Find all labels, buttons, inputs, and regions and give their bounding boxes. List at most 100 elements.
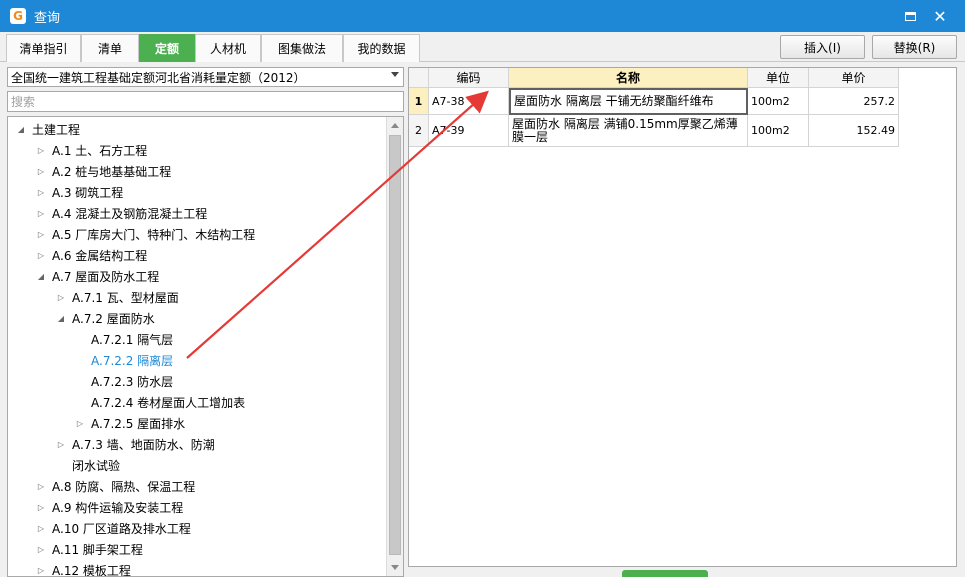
- scroll-up-icon[interactable]: [391, 123, 399, 128]
- tab-quota[interactable]: 定额: [139, 34, 195, 62]
- row-number[interactable]: 1: [409, 88, 429, 115]
- tab-my-data[interactable]: 我的数据: [343, 34, 420, 62]
- dropdown-value: 全国统一建筑工程基础定额河北省消耗量定额（2012）: [11, 70, 306, 85]
- tree-item-label: A.7.2 屋面防水: [72, 312, 155, 326]
- tree-item[interactable]: ◢ 土建工程: [16, 119, 80, 140]
- tree-item[interactable]: ▷ A.8 防腐、隔热、保温工程: [36, 476, 195, 497]
- tree-item[interactable]: ▷ A.4 混凝土及钢筋混凝土工程: [36, 203, 207, 224]
- tree-item[interactable]: A.7.2.4 卷材屋面人工增加表: [75, 392, 245, 413]
- tab-bill-guide[interactable]: 清单指引: [6, 34, 81, 62]
- tree-item-label: A.7.2.2 隔离层: [91, 354, 174, 368]
- tree-item[interactable]: ◢ A.7.2 屋面防水: [56, 308, 155, 329]
- tree-expand-icon[interactable]: ▷: [36, 482, 46, 491]
- tree-item-label: A.1 土、石方工程: [52, 144, 148, 158]
- window-edge: [960, 62, 965, 577]
- tab-bill[interactable]: 清单: [81, 34, 139, 62]
- tree-item-label: A.6 金属结构工程: [52, 249, 148, 263]
- tree-expand-icon[interactable]: ▷: [36, 566, 46, 575]
- tree-expand-icon[interactable]: ▷: [36, 251, 46, 260]
- cell-unit[interactable]: 100m2: [748, 88, 809, 115]
- tree-item-label: A.9 构件运输及安装工程: [52, 501, 184, 515]
- tree-item[interactable]: ◢ A.7 屋面及防水工程: [36, 266, 159, 287]
- app-logo-icon: G: [10, 8, 26, 24]
- tree-item-label: A.7.3 墙、地面防水、防潮: [72, 438, 215, 452]
- tree-item[interactable]: ▷ A.3 砌筑工程: [36, 182, 123, 203]
- tree-item-label: A.2 桩与地基基础工程: [52, 165, 172, 179]
- tree-item-label: A.7.2.4 卷材屋面人工增加表: [91, 396, 246, 410]
- tree-item[interactable]: ▷ A.12 模板工程: [36, 560, 131, 576]
- tree-item-label: A.7.1 瓦、型材屋面: [72, 291, 179, 305]
- header-code[interactable]: 编码: [429, 68, 509, 88]
- cell-unit[interactable]: 100m2: [748, 115, 809, 147]
- tree-expand-icon[interactable]: ▷: [36, 545, 46, 554]
- tree-item[interactable]: ▷ A.1 土、石方工程: [36, 140, 147, 161]
- cell-price[interactable]: 152.49: [809, 115, 899, 147]
- tree-item[interactable]: ▷ A.2 桩与地基基础工程: [36, 161, 171, 182]
- close-icon: ✕: [933, 6, 947, 26]
- cell-code[interactable]: A7-39: [429, 115, 509, 147]
- insert-button[interactable]: 插入(I): [780, 35, 865, 59]
- title-bar: G 查询 ✕: [0, 0, 965, 32]
- quota-library-dropdown[interactable]: 全国统一建筑工程基础定额河北省消耗量定额（2012）: [7, 67, 404, 87]
- quota-results-grid: 编码 名称 单位 单价 1 A7-38 屋面防水 隔离层 干铺无纺聚酯纤维布 1…: [408, 67, 957, 567]
- tree-item-label: 土建工程: [32, 123, 81, 137]
- tab-atlas-method[interactable]: 图集做法: [261, 34, 343, 62]
- cell-price[interactable]: 257.2: [809, 88, 899, 115]
- chevron-down-icon: [391, 72, 399, 77]
- tree-item[interactable]: ▷ A.5 厂库房大门、特种门、木结构工程: [36, 224, 255, 245]
- category-tree[interactable]: ◢ 土建工程 ▷ A.1 土、石方工程 ▷ A.2 桩与地基基础工程 ▷ A.3 砌筑工程 ▷ A…: [7, 116, 404, 577]
- maximize-icon: [904, 11, 916, 21]
- header-unit[interactable]: 单位: [748, 68, 809, 88]
- collapse-handle[interactable]: [622, 570, 708, 577]
- tree-item-label: A.11 脚手架工程: [52, 543, 143, 557]
- tab-labor-material-machine[interactable]: 人材机: [195, 34, 261, 62]
- tree-item-label: A.3 砌筑工程: [52, 186, 124, 200]
- grid-corner: [409, 68, 429, 88]
- tree-expand-icon[interactable]: ▷: [56, 440, 66, 449]
- window-title: 查询: [34, 10, 61, 26]
- tree-item-label: A.7.2.1 隔气层: [91, 333, 174, 347]
- tree-expand-icon[interactable]: ▷: [56, 293, 66, 302]
- tree-expand-icon[interactable]: ▷: [36, 146, 46, 155]
- scroll-thumb[interactable]: [389, 135, 401, 555]
- tree-item[interactable]: ▷ A.9 构件运输及安装工程: [36, 497, 183, 518]
- replace-button[interactable]: 替换(R): [872, 35, 957, 59]
- scroll-down-icon[interactable]: [391, 565, 399, 570]
- tree-item-label: A.10 厂区道路及排水工程: [52, 522, 191, 536]
- cell-code[interactable]: A7-38: [429, 88, 509, 115]
- tree-expand-icon[interactable]: ▷: [36, 209, 46, 218]
- tree-expand-icon[interactable]: ▷: [36, 503, 46, 512]
- tree-item[interactable]: ▷ A.10 厂区道路及排水工程: [36, 518, 191, 539]
- header-price[interactable]: 单价: [809, 68, 899, 88]
- row-number[interactable]: 2: [409, 115, 429, 147]
- tree-item-label: A.4 混凝土及钢筋混凝土工程: [52, 207, 208, 221]
- tree-item[interactable]: ▷ A.7.1 瓦、型材屋面: [56, 287, 179, 308]
- tree-item-label: 闭水试验: [72, 459, 121, 473]
- tree-item[interactable]: 闭水试验: [56, 455, 120, 476]
- tree-collapse-icon[interactable]: ◢: [56, 314, 66, 323]
- tree-item[interactable]: A.7.2.2 隔离层: [75, 350, 173, 371]
- tree-expand-icon[interactable]: ▷: [75, 419, 85, 428]
- tree-item[interactable]: A.7.2.1 隔气层: [75, 329, 173, 350]
- cell-name[interactable]: 屋面防水 隔离层 干铺无纺聚酯纤维布: [509, 88, 748, 115]
- tree-collapse-icon[interactable]: ◢: [16, 125, 26, 134]
- tree-item-label: A.7.2.5 屋面排水: [91, 417, 186, 431]
- header-name[interactable]: 名称: [509, 68, 748, 88]
- tree-item-label: A.5 厂库房大门、特种门、木结构工程: [52, 228, 256, 242]
- tree-expand-icon[interactable]: ▷: [36, 524, 46, 533]
- tree-item[interactable]: ▷ A.7.3 墙、地面防水、防潮: [56, 434, 215, 455]
- tree-item[interactable]: ▷ A.11 脚手架工程: [36, 539, 143, 560]
- tree-expand-icon[interactable]: ▷: [36, 167, 46, 176]
- tree-item[interactable]: ▷ A.7.2.5 屋面排水: [75, 413, 185, 434]
- close-button[interactable]: ✕: [930, 6, 950, 26]
- tree-item-label: A.8 防腐、隔热、保温工程: [52, 480, 196, 494]
- tree-expand-icon[interactable]: ▷: [36, 188, 46, 197]
- cell-name[interactable]: 屋面防水 隔离层 满铺0.15mm厚聚乙烯薄膜一层: [509, 115, 748, 147]
- tree-item[interactable]: A.7.2.3 防水层: [75, 371, 173, 392]
- tree-expand-icon[interactable]: ▷: [36, 230, 46, 239]
- tree-item[interactable]: ▷ A.6 金属结构工程: [36, 245, 147, 266]
- search-input[interactable]: [7, 91, 404, 112]
- maximize-button[interactable]: [900, 6, 920, 26]
- tree-scrollbar[interactable]: [386, 117, 403, 576]
- tree-collapse-icon[interactable]: ◢: [36, 272, 46, 281]
